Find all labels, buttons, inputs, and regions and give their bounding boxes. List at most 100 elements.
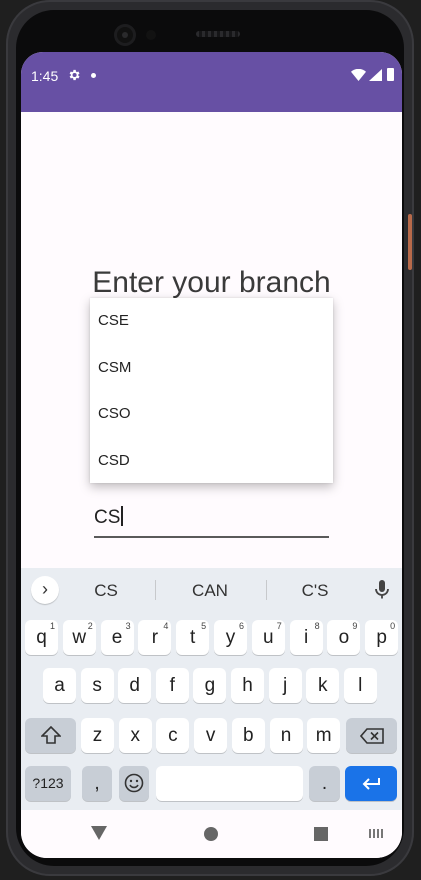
comma-key[interactable]: , xyxy=(82,766,112,801)
key-c-label: c xyxy=(168,725,178,746)
battery-icon xyxy=(387,68,394,81)
key-f[interactable]: f xyxy=(155,668,189,703)
dropdown-item-cse[interactable]: CSE xyxy=(90,298,333,345)
key-t[interactable]: t5 xyxy=(176,620,210,655)
proximity-sensor xyxy=(146,30,156,40)
key-y-hint: 6 xyxy=(238,621,244,631)
key-l[interactable]: l xyxy=(343,668,377,703)
key-w-label: w xyxy=(72,627,87,648)
key-l-label: l xyxy=(358,675,363,696)
input-underline xyxy=(94,536,329,538)
key-d[interactable]: d xyxy=(118,668,152,703)
enter-arrow-icon xyxy=(362,778,380,790)
key-w-hint: 2 xyxy=(87,621,93,631)
key-r[interactable]: r4 xyxy=(138,620,172,655)
key-v[interactable]: v xyxy=(194,718,228,753)
suggestion-1[interactable]: CS xyxy=(66,581,146,601)
suggestion-3[interactable]: C'S xyxy=(275,581,355,601)
key-d-label: d xyxy=(129,675,140,696)
symbols-key[interactable]: ?123 xyxy=(25,766,71,801)
key-h[interactable]: h xyxy=(231,668,264,703)
recents-icon[interactable] xyxy=(314,827,328,841)
key-g-label: g xyxy=(204,675,216,696)
key-e[interactable]: e3 xyxy=(100,620,134,655)
signal-icon xyxy=(369,69,382,81)
emoji-key[interactable] xyxy=(119,766,149,801)
key-n[interactable]: n xyxy=(269,718,303,753)
space-key[interactable] xyxy=(156,766,303,801)
key-y[interactable]: y6 xyxy=(214,620,247,655)
key-v-label: v xyxy=(205,725,216,746)
key-s-label: s xyxy=(92,675,102,696)
key-j-label: j xyxy=(282,675,288,696)
backspace-key[interactable] xyxy=(346,718,397,753)
key-q[interactable]: q1 xyxy=(25,620,58,655)
key-c[interactable]: c xyxy=(156,718,190,753)
dropdown-item-csd[interactable]: CSD xyxy=(90,438,333,485)
key-x[interactable]: x xyxy=(118,718,152,753)
text-cursor xyxy=(121,506,124,526)
key-z-label: z xyxy=(92,725,103,746)
keyboard-switch-icon[interactable] xyxy=(369,829,383,838)
key-g[interactable]: g xyxy=(193,668,227,703)
key-p[interactable]: p0 xyxy=(365,620,399,655)
key-z[interactable]: z xyxy=(81,718,114,753)
suggestion-divider xyxy=(155,580,156,600)
shift-arrow-icon xyxy=(39,725,62,744)
key-i-hint: 8 xyxy=(314,621,320,631)
key-a-label: a xyxy=(54,675,65,696)
emoji-icon xyxy=(124,773,144,793)
branch-input[interactable]: CS xyxy=(94,502,329,538)
branch-input-value: CS xyxy=(94,507,121,528)
wifi-icon xyxy=(351,69,366,81)
key-a[interactable]: a xyxy=(43,668,76,703)
key-q-label: q xyxy=(36,627,47,648)
microphone-icon[interactable] xyxy=(373,580,391,600)
key-p-hint: 0 xyxy=(390,621,396,631)
key-f-label: f xyxy=(169,675,175,696)
dropdown-item-csm[interactable]: CSM xyxy=(90,345,333,392)
key-b-label: b xyxy=(243,725,254,746)
key-t-hint: 5 xyxy=(201,621,207,631)
branch-input-text: CS xyxy=(94,506,124,529)
key-w[interactable]: w2 xyxy=(62,620,96,655)
key-p-label: p xyxy=(376,627,387,648)
suggestion-strip: › CS CAN C'S xyxy=(21,568,402,612)
key-q-hint: 1 xyxy=(49,621,55,631)
key-j[interactable]: j xyxy=(268,668,302,703)
navigation-bar xyxy=(21,810,402,858)
key-m[interactable]: m xyxy=(307,718,341,753)
period-key[interactable]: . xyxy=(309,766,340,801)
enter-key[interactable] xyxy=(345,766,397,801)
autocomplete-dropdown: CSE CSM CSO CSD xyxy=(90,298,333,483)
key-o[interactable]: o9 xyxy=(327,620,361,655)
power-button xyxy=(408,214,412,270)
back-icon[interactable] xyxy=(91,826,107,840)
app-screen: 1:45 Enter your branch CSE CSM CSO CSD C… xyxy=(21,52,402,858)
key-h-label: h xyxy=(242,675,253,696)
expand-chevron-icon[interactable]: › xyxy=(31,576,59,604)
earpiece-speaker xyxy=(196,31,240,37)
notification-dot-icon xyxy=(91,73,96,78)
home-icon[interactable] xyxy=(204,827,218,841)
key-u-label: u xyxy=(263,627,274,648)
key-r-label: r xyxy=(151,627,159,648)
page-title: Enter your branch xyxy=(92,266,331,299)
shift-key[interactable] xyxy=(25,718,76,753)
key-b[interactable]: b xyxy=(231,718,265,753)
key-t-label: t xyxy=(190,627,196,648)
key-k[interactable]: k xyxy=(306,668,340,703)
key-o-hint: 9 xyxy=(352,621,358,631)
key-o-label: o xyxy=(338,627,350,648)
key-s[interactable]: s xyxy=(80,668,114,703)
front-camera xyxy=(114,24,136,46)
key-i-label: i xyxy=(303,627,309,648)
dropdown-item-cso[interactable]: CSO xyxy=(90,391,333,438)
suggestion-2[interactable]: CAN xyxy=(170,581,250,601)
key-y-label: y xyxy=(225,627,236,648)
key-i[interactable]: i8 xyxy=(289,620,323,655)
backspace-icon xyxy=(359,728,384,744)
key-u[interactable]: u7 xyxy=(251,620,285,655)
key-m-label: m xyxy=(315,725,332,746)
key-x-label: x xyxy=(130,725,140,746)
